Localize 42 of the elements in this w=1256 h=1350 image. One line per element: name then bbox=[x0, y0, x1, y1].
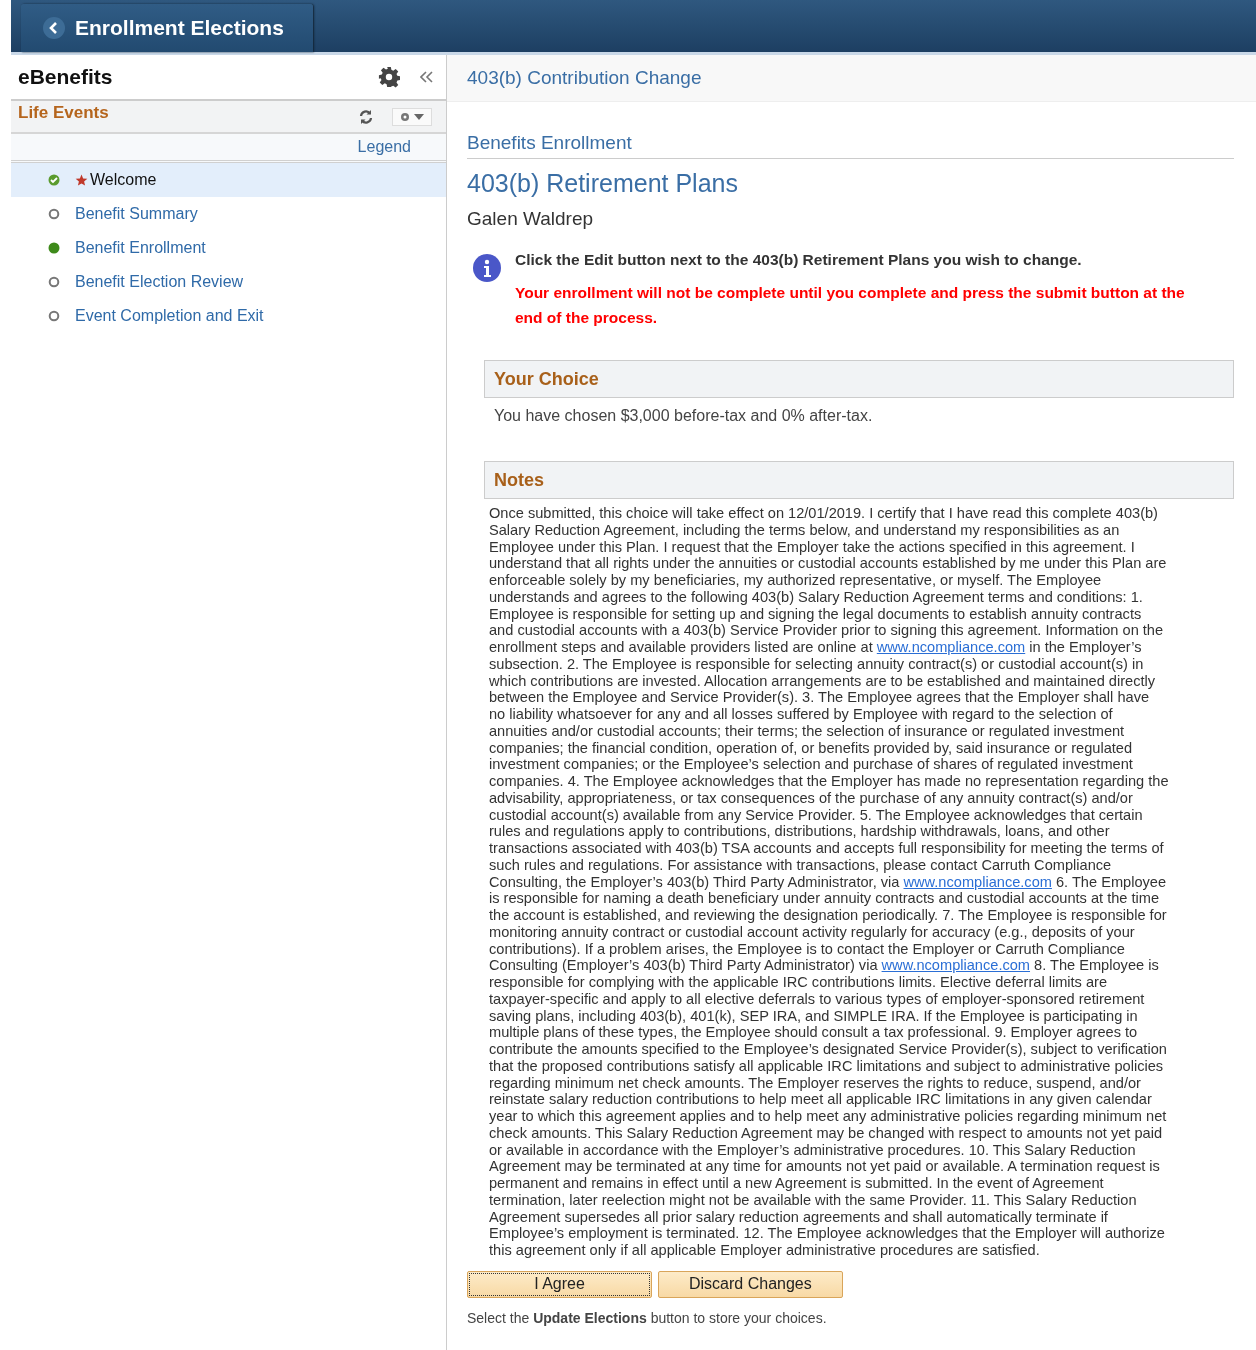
settings-icon[interactable] bbox=[378, 66, 400, 88]
section-title: Notes bbox=[494, 469, 544, 491]
page-header-title: Enrollment Elections bbox=[75, 16, 284, 40]
employee-name: Galen Waldrep bbox=[467, 208, 595, 230]
website-link[interactable]: www.ncompliance.com bbox=[876, 639, 1026, 655]
sidebar-title: eBenefits bbox=[18, 65, 114, 89]
step-label: Benefit Summary bbox=[75, 205, 198, 223]
website-link[interactable]: www.ncompliance.com bbox=[903, 873, 1052, 890]
info-icon bbox=[473, 254, 501, 282]
ring-icon bbox=[48, 310, 60, 322]
step-label: Benefit Election Review bbox=[75, 273, 244, 291]
step-item[interactable]: Benefit Summary bbox=[11, 197, 446, 231]
collapse-icon[interactable] bbox=[420, 71, 434, 83]
footer-text: Select the Update Elections button to store your choices. bbox=[467, 1309, 828, 1326]
ring-icon bbox=[48, 276, 60, 288]
filled-dot-icon bbox=[48, 242, 60, 254]
step-label: Benefit Enrollment bbox=[75, 239, 206, 257]
section-title: Life Events bbox=[18, 102, 110, 123]
back-icon bbox=[43, 17, 65, 39]
warning-text: Your enrollment will not be complete until you complete and press the submit button at the end of the process. bbox=[515, 283, 1186, 328]
page-title: 403(b) Contribution Change bbox=[467, 67, 702, 89]
step-item[interactable]: Benefit Enrollment bbox=[11, 231, 446, 265]
refresh-icon[interactable] bbox=[358, 108, 374, 125]
section-title: Benefits Enrollment bbox=[467, 132, 1234, 159]
step-label: Event Completion and Exit bbox=[75, 307, 264, 325]
back-button[interactable]: Enrollment Elections bbox=[21, 4, 313, 52]
action-button[interactable]: Discard Changes bbox=[658, 1270, 843, 1298]
website-link[interactable]: www.ncompliance.com bbox=[881, 957, 1030, 974]
agreement-text: Once submitted, this choice will take effect on 12/01/2019. I certify that I have read this complete 403(b) Salary Reduction Agreement, including the terms below, and understand my responsibilities as an Employee under this Plan. I request that the Employer take the actions specified in this agreement. I understand that all rights under the annuities or custodial accounts established by me under this Plan are enforceable solely by my beneficiaries, my authorized representative, or myself. The Employee understands and agrees to the following 403(b) Salary Reduction Agreement terms and conditions: 1. Employee is responsible for setting up and signing the legal documents to establish annuity contracts and custodial accounts with a 403(b) Service Provider prior to signing this agreement. Information on the enrollment steps and available providers listed are online at www.ncompliance.com in the Employer’s subsection. 2. The Employee is responsible for selecting annuity contract(s) or custodial account(s) in which contributions are invested. Allocation arrangements are to be established and maintained directly between the Employee and Service Provider(s). 3. The Employee agrees that the Employer shall have no liability whatsoever for any and all losses suffered by Employee with regard to the selection of annuities and/or custodial accounts; their terms; the selection of insurance or regulated investment companies; the financial condition, operation of, or benefits provided by, said insurance or regulated investment companies; or the Employee’s selection and purchase of shares of regulated investment companies. 4. The Employee acknowledges that the Employer has made no representation regarding the advisability, appropriateness, or tax consequences of the purchase of any annuity contract(s) and/or custodial account(s) available from any Service Provider. 5. The Employee acknowledges that certain rules and regulations apply to contributions, distributions, hardship withdrawals, loans, and other transactions associated with 403(b) TSA accounts and accepts full responsibility for meeting the terms of such rules and regulations. For assistance with transactions, please contact Carruth Compliance Consulting, the Employer’s 403(b) Third Party Administrator, via www.ncompliance.com 6. The Employee is responsible for naming a death beneficiary under annuity contracts and custodial accounts at the time the account is established, and reviewing the designation periodically. 7. The Employee is responsible for monitoring annuity contract or custodial account activity regularly for accuracy (e.g., deposits of your contributions). If a problem arises, the Employee is to contact the Employer or Carruth Compliance Consulting (Employer’s 403(b) Third Party Administrator) via www.ncompliance.com 8. The Employee is responsible for complying with the applicable IRC contributions limits. Elective deferral limits are taxpayer-specific and apply to all elective deferrals to various types of employer-sponsored retirement saving plans, including 403(b), 401(k), SEP IRA, and SIMPLE IRA. If the Employee is participating in multiple plans of these types, the Employee should consult a tax professional. 9. Employer agrees to contribute the amounts specified to the Employee’s designated Service Provider(s), subject to verification that the proposed contributions satisfy all applicable IRC limitations and subject to administrative policies regarding minimum net check amounts. The Employer reserves the rights to reduce, suspend, and/or reinstate salary reduction contributions to help meet all applicable IRC limitations in any given calendar year to which this agreement applies and to help meet any administrative policies regarding minimum net check amounts. This Salary Reduction Agreement may be changed with respect to amounts not yet paid or available in accordance with the Employer’s administrative procedures. 10. This Salary Reduction Agreement may be terminated at any time for amounts not yet paid or available. A termination request is permanent and remains in effect until a new Agreement is submitted. In the event of Agreement termination, later reelection might not be available with the same Provider. 11. This Salary Reduction Agreement supersedes all prior salary reduction agreements and shall automatically terminate if Employee’s employment is terminated. 12. The Employee acknowledges that the Employer will authorize this agreement only if all applicable Employer administrative procedures are satisfied. bbox=[489, 505, 1169, 1259]
ring-icon bbox=[48, 208, 60, 220]
check-circle-icon bbox=[48, 174, 60, 186]
step-item[interactable]: Benefit Election Review bbox=[11, 265, 446, 299]
legend-link[interactable]: Legend bbox=[357, 138, 411, 156]
actions-menu-button[interactable] bbox=[392, 107, 432, 126]
step-label: Welcome bbox=[90, 171, 157, 189]
step-item[interactable]: Event Completion and Exit bbox=[11, 299, 446, 333]
section-title: Your Choice bbox=[494, 368, 599, 390]
instruction-text: Click the Edit button next to the 403(b) Retirement Plans you wish to change. bbox=[515, 250, 1083, 270]
step-item[interactable]: Welcome bbox=[11, 163, 446, 197]
heading: 403(b) Retirement Plans bbox=[467, 169, 739, 198]
action-button[interactable]: I Agree bbox=[467, 1270, 652, 1298]
choice-summary: You have chosen $3,000 before-tax and 0% after-tax. bbox=[493, 406, 874, 425]
